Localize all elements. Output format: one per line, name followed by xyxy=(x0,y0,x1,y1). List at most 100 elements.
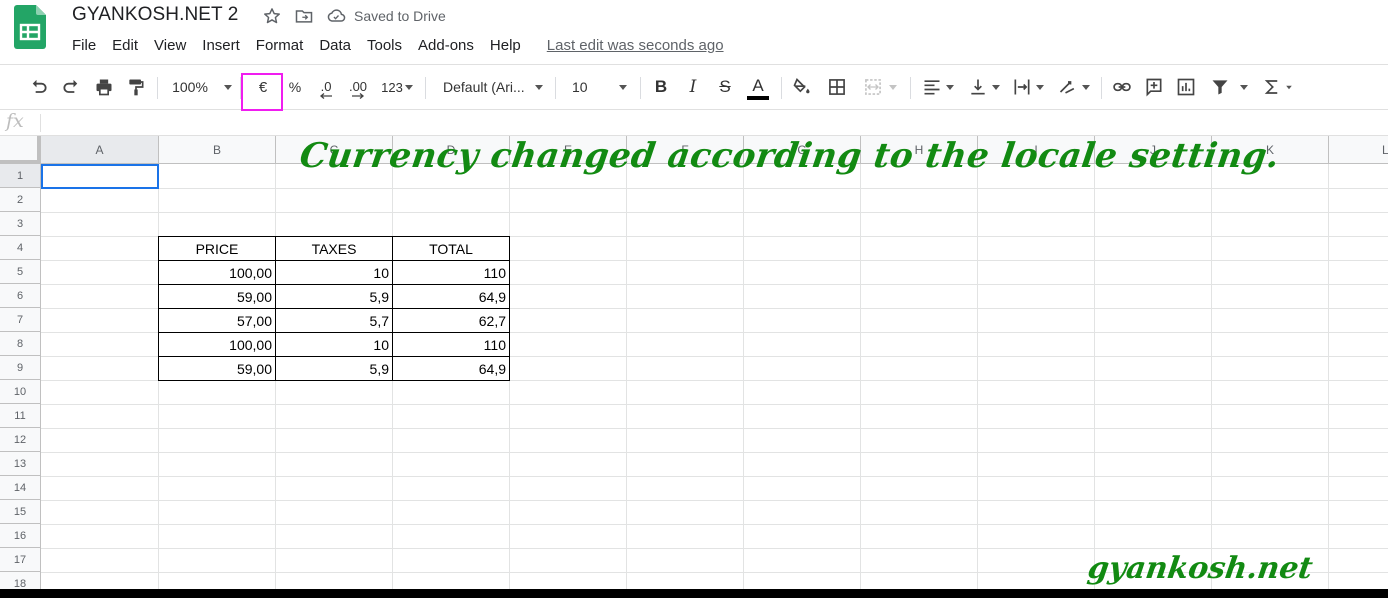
more-formats-button[interactable]: 123 xyxy=(377,65,417,109)
table-cell[interactable]: 59,00 xyxy=(159,285,275,309)
fill-color-icon[interactable] xyxy=(790,65,814,109)
font-size-select[interactable]: 10 xyxy=(566,65,634,109)
table-cell[interactable]: 64,9 xyxy=(393,285,509,309)
table-cell[interactable]: 59,00 xyxy=(159,357,275,381)
text-color-button[interactable]: A xyxy=(745,65,771,109)
table-header-taxes[interactable]: TAXES xyxy=(276,237,392,261)
arrow-left-icon xyxy=(319,92,332,99)
row-header-12[interactable]: 12 xyxy=(0,428,41,452)
menu-help[interactable]: Help xyxy=(482,35,529,56)
table-cell[interactable]: 64,9 xyxy=(393,357,509,381)
row-header-8[interactable]: 8 xyxy=(0,332,41,356)
text-color-swatch xyxy=(747,95,769,100)
menu-view[interactable]: View xyxy=(146,35,194,56)
row-header-7[interactable]: 7 xyxy=(0,308,41,332)
document-title[interactable]: GYANKOSH.NET 2 xyxy=(72,4,238,26)
grid-line xyxy=(977,164,978,598)
row-header-1[interactable]: 1 xyxy=(0,164,41,188)
row-header-9[interactable]: 9 xyxy=(0,356,41,380)
selected-cell-a1[interactable] xyxy=(41,164,159,189)
paint-format-icon[interactable] xyxy=(124,65,148,109)
row-header-11[interactable]: 11 xyxy=(0,404,41,428)
column-header-b[interactable]: B xyxy=(159,136,276,164)
table-cell[interactable]: 100,00 xyxy=(159,333,275,357)
strikethrough-button[interactable]: S xyxy=(714,65,736,109)
grid-line xyxy=(158,164,159,598)
select-all-corner[interactable] xyxy=(0,136,41,164)
arrow-right-icon xyxy=(352,92,365,99)
functions-icon[interactable] xyxy=(1260,65,1296,109)
row-header-4[interactable]: 4 xyxy=(0,236,41,260)
insert-chart-icon[interactable] xyxy=(1174,65,1198,109)
grid-line xyxy=(1211,164,1212,598)
menu-edit[interactable]: Edit xyxy=(104,35,146,56)
annotation-text: Currency changed according to the locale… xyxy=(297,136,1283,176)
merge-cells-icon[interactable] xyxy=(858,65,902,109)
chevron-down-icon xyxy=(534,84,543,90)
table-cell[interactable]: 5,7 xyxy=(276,309,392,333)
borders-icon[interactable] xyxy=(825,65,849,109)
table-cell[interactable]: 100,00 xyxy=(159,261,275,285)
font-select[interactable]: Default (Ari... xyxy=(438,65,548,109)
italic-button[interactable]: I xyxy=(682,65,704,109)
vertical-align-icon[interactable] xyxy=(964,65,1004,109)
grid-line xyxy=(41,428,1388,429)
toolbar-separator xyxy=(910,77,911,99)
bold-button[interactable]: B xyxy=(650,65,672,109)
row-header-10[interactable]: 10 xyxy=(0,380,41,404)
table-header-price[interactable]: PRICE xyxy=(159,237,275,261)
row-header-6[interactable]: 6 xyxy=(0,284,41,308)
menu-format[interactable]: Format xyxy=(248,35,312,56)
chevron-down-icon xyxy=(618,84,627,90)
menu-tools[interactable]: Tools xyxy=(359,35,410,56)
move-folder-icon[interactable] xyxy=(294,6,314,26)
table-cell[interactable]: 5,9 xyxy=(276,285,392,309)
percent-format-button[interactable]: % xyxy=(284,65,306,109)
sheets-logo-icon[interactable] xyxy=(14,5,46,49)
last-edit-link[interactable]: Last edit was seconds ago xyxy=(547,37,724,54)
table-cell[interactable]: 5,9 xyxy=(276,357,392,381)
star-icon[interactable] xyxy=(262,6,282,26)
table-cell[interactable]: 57,00 xyxy=(159,309,275,333)
text-wrapping-icon[interactable] xyxy=(1008,65,1048,109)
undo-icon[interactable] xyxy=(27,65,51,109)
menu-file[interactable]: File xyxy=(64,35,104,56)
table-cell[interactable]: 10 xyxy=(276,261,392,285)
grid-line xyxy=(860,164,861,598)
strikethrough-icon: S xyxy=(719,77,731,96)
zoom-select[interactable]: 100% xyxy=(168,65,236,109)
grid-line xyxy=(41,404,1388,405)
menu-bar: File Edit View Insert Format Data Tools … xyxy=(64,35,724,56)
table-cell[interactable]: 110 xyxy=(393,333,509,357)
horizontal-align-icon[interactable] xyxy=(918,65,958,109)
menu-add-ons[interactable]: Add-ons xyxy=(410,35,482,56)
redo-icon[interactable] xyxy=(59,65,83,109)
insert-comment-icon[interactable] xyxy=(1142,65,1166,109)
row-header-16[interactable]: 16 xyxy=(0,524,41,548)
row-header-13[interactable]: 13 xyxy=(0,452,41,476)
table-header-total[interactable]: TOTAL xyxy=(393,237,509,261)
italic-icon: I xyxy=(689,77,697,97)
row-header-15[interactable]: 15 xyxy=(0,500,41,524)
increase-decimal-button[interactable]: .00 xyxy=(343,65,373,109)
text-rotation-icon[interactable] xyxy=(1052,65,1094,109)
column-header-l[interactable]: L xyxy=(1329,136,1388,164)
menu-data[interactable]: Data xyxy=(311,35,359,56)
decrease-decimal-button[interactable]: .0 xyxy=(312,65,340,109)
formula-input[interactable] xyxy=(44,112,1384,134)
row-header-3[interactable]: 3 xyxy=(0,212,41,236)
percent-icon: % xyxy=(288,79,302,95)
table-cell[interactable]: 10 xyxy=(276,333,392,357)
row-header-14[interactable]: 14 xyxy=(0,476,41,500)
menu-insert[interactable]: Insert xyxy=(194,35,248,56)
cloud-saved-icon[interactable] xyxy=(326,6,346,26)
insert-link-icon[interactable] xyxy=(1110,65,1134,109)
column-header-a[interactable]: A xyxy=(41,136,159,164)
row-header-5[interactable]: 5 xyxy=(0,260,41,284)
row-header-17[interactable]: 17 xyxy=(0,548,41,572)
row-header-2[interactable]: 2 xyxy=(0,188,41,212)
table-cell[interactable]: 110 xyxy=(393,261,509,285)
print-icon[interactable] xyxy=(92,65,116,109)
filter-icon[interactable] xyxy=(1206,65,1252,109)
table-cell[interactable]: 62,7 xyxy=(393,309,509,333)
